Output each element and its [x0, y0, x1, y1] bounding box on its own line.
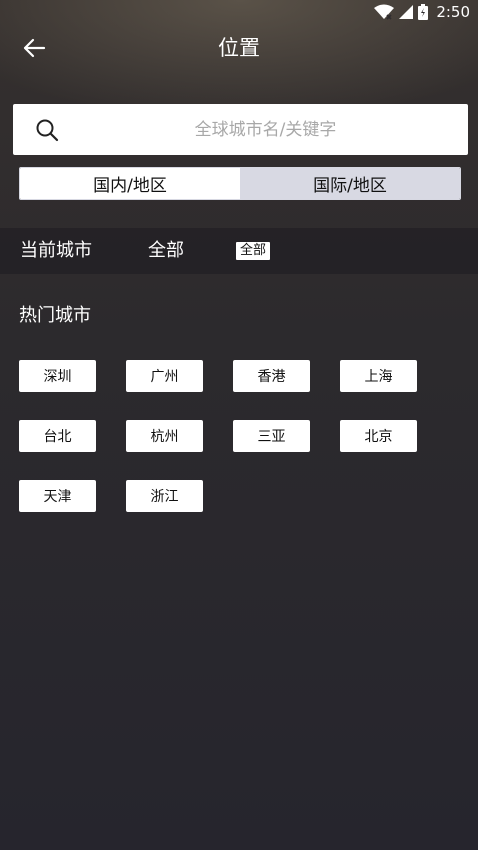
status-time: 2:50 [436, 3, 470, 21]
city-button-taipei[interactable]: 台北 [19, 420, 96, 452]
city-button-tianjin[interactable]: 天津 [19, 480, 96, 512]
city-button-beijing[interactable]: 北京 [340, 420, 417, 452]
city-button-sanya[interactable]: 三亚 [233, 420, 310, 452]
current-city-row: 当前城市 全部 全部 [0, 228, 478, 274]
search-input[interactable] [73, 104, 458, 155]
region-segment: 国内/地区 国际/地区 [19, 167, 461, 200]
city-button-hongkong[interactable]: 香港 [233, 360, 310, 392]
back-button[interactable] [16, 30, 52, 66]
battery-icon [418, 4, 429, 20]
status-icons: 2:50 [374, 2, 470, 22]
arrow-left-icon [23, 38, 46, 58]
page-title: 位置 [218, 36, 260, 60]
current-city-value[interactable]: 全部 [148, 228, 184, 274]
tab-international[interactable]: 国际/地区 [240, 168, 460, 199]
city-button-guangzhou[interactable]: 广州 [126, 360, 203, 392]
hot-cities-title: 热门城市 [19, 305, 91, 326]
search-box[interactable] [13, 104, 468, 155]
current-city-badge[interactable]: 全部 [236, 242, 271, 260]
search-icon [36, 119, 59, 142]
city-button-shenzhen[interactable]: 深圳 [19, 360, 96, 392]
status-bar: 2:50 [0, 0, 478, 24]
cell-signal-icon [399, 5, 414, 19]
wifi-icon [374, 4, 395, 20]
city-button-shanghai[interactable]: 上海 [340, 360, 417, 392]
current-city-label: 当前城市 [20, 240, 92, 261]
city-button-zhejiang[interactable]: 浙江 [126, 480, 203, 512]
tab-domestic[interactable]: 国内/地区 [20, 168, 240, 199]
city-button-hangzhou[interactable]: 杭州 [126, 420, 203, 452]
